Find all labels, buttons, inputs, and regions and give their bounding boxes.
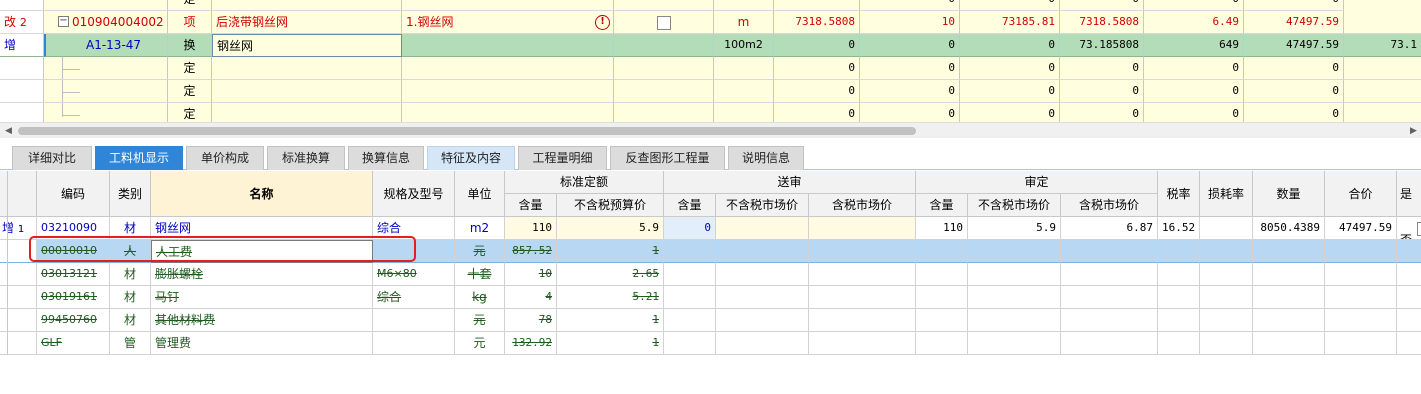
header-sub-ex-price[interactable]: 不含税市场价 [716,194,809,217]
scroll-left-icon[interactable]: ◀ [5,126,12,136]
header-spec[interactable]: 规格及型号 [373,171,455,217]
header-quantity[interactable]: 数量 [1253,171,1325,217]
header-std-price[interactable]: 不含税预算价 [557,194,664,217]
tab-material-display[interactable]: 工料机显示 [95,146,183,170]
header-tax-rate[interactable]: 税率 [1158,171,1200,217]
table-row[interactable]: 增 1 03210090 材 钢丝网 综合 m2 110 5.9 0 110 5… [0,217,1421,240]
collapse-icon[interactable]: − [58,16,69,27]
header-submit-group: 送审 [664,171,916,194]
header-app-content[interactable]: 含量 [916,194,968,217]
tab-conversion-info[interactable]: 换算信息 [348,146,424,170]
table-row-bill-item[interactable]: 改 2 010904004002 − 项 后浇带钢丝网 1.钢丝网 ! m 73… [0,11,1421,34]
header-category[interactable]: 类别 [110,171,151,217]
material-grid: 编码 类别 名称 规格及型号 单位 标准定额 送审 审定 含量 不含税预算价 含… [0,171,1421,394]
row-checkbox[interactable] [1417,222,1421,236]
warning-icon[interactable]: ! [595,15,610,30]
table-row[interactable]: 定 0 0 0 0 0 [0,0,1421,11]
header-std-content[interactable]: 含量 [505,194,557,217]
tab-quantity-detail[interactable]: 工程量明细 [518,146,607,170]
header-code[interactable]: 编码 [37,171,110,217]
tab-features[interactable]: 特征及内容 [427,146,515,170]
table-row[interactable]: 99450760 材 其他材料费 元 78 1 [0,309,1421,332]
header-is-temp[interactable]: 是否 [1397,171,1421,247]
table-row[interactable]: 03013121 材 膨胀螺栓 M6×80 十套 10 2.65 [0,263,1421,286]
tab-detail-compare[interactable]: 详细对比 [12,146,92,170]
quota-name-input[interactable]: 钢丝网 [212,34,402,57]
header-app-in-price[interactable]: 含税市场价 [1061,194,1158,217]
scrollbar-thumb[interactable] [18,127,916,135]
table-row-quota-selected[interactable]: 增 A1-13-47 换 钢丝网 100m2 0 0 0 73.185808 6… [0,34,1421,57]
header-sub-content[interactable]: 含量 [664,194,716,217]
row-checkbox[interactable] [656,15,671,30]
header-standard-group: 标准定额 [505,171,664,194]
table-row-selected[interactable]: 00010010 人 人工费 元 857.52 1 [0,240,1421,263]
tab-reverse-lookup[interactable]: 反查图形工程量 [610,146,725,170]
detail-tab-bar: 详细对比 工料机显示 单价构成 标准换算 换算信息 特征及内容 工程量明细 反查… [0,142,1421,170]
tab-unit-price[interactable]: 单价构成 [186,146,264,170]
header-total[interactable]: 合价 [1325,171,1397,217]
quota-list-grid: 定 0 0 0 0 0 改 2 010904004002 − 项 后浇带钢丝网 … [0,0,1421,122]
header-sub-in-price[interactable]: 含税市场价 [809,194,916,217]
table-row[interactable]: GLF 管 管理费 元 132.92 1 [0,332,1421,355]
header-app-ex-price[interactable]: 不含税市场价 [968,194,1061,217]
table-row[interactable]: 03019161 材 马钉 综合 kg 4 5.21 [0,286,1421,309]
header-approve-group: 审定 [916,171,1158,194]
tab-standard-conversion[interactable]: 标准换算 [267,146,345,170]
name-edit-input[interactable]: 人工费 [151,240,373,263]
tab-notes[interactable]: 说明信息 [728,146,804,170]
header-loss-rate[interactable]: 损耗率 [1200,171,1253,217]
table-row[interactable]: 定 0 0 0 0 0 0 [0,103,1421,122]
horizontal-scrollbar[interactable]: ◀ ▶ [0,122,1421,138]
header-unit[interactable]: 单位 [455,171,505,217]
table-row[interactable]: 定 0 0 0 0 0 0 [0,80,1421,103]
table-row[interactable]: 定 0 0 0 0 0 0 [0,57,1421,80]
scroll-right-icon[interactable]: ▶ [1410,126,1417,136]
header-name[interactable]: 名称 [151,171,373,217]
